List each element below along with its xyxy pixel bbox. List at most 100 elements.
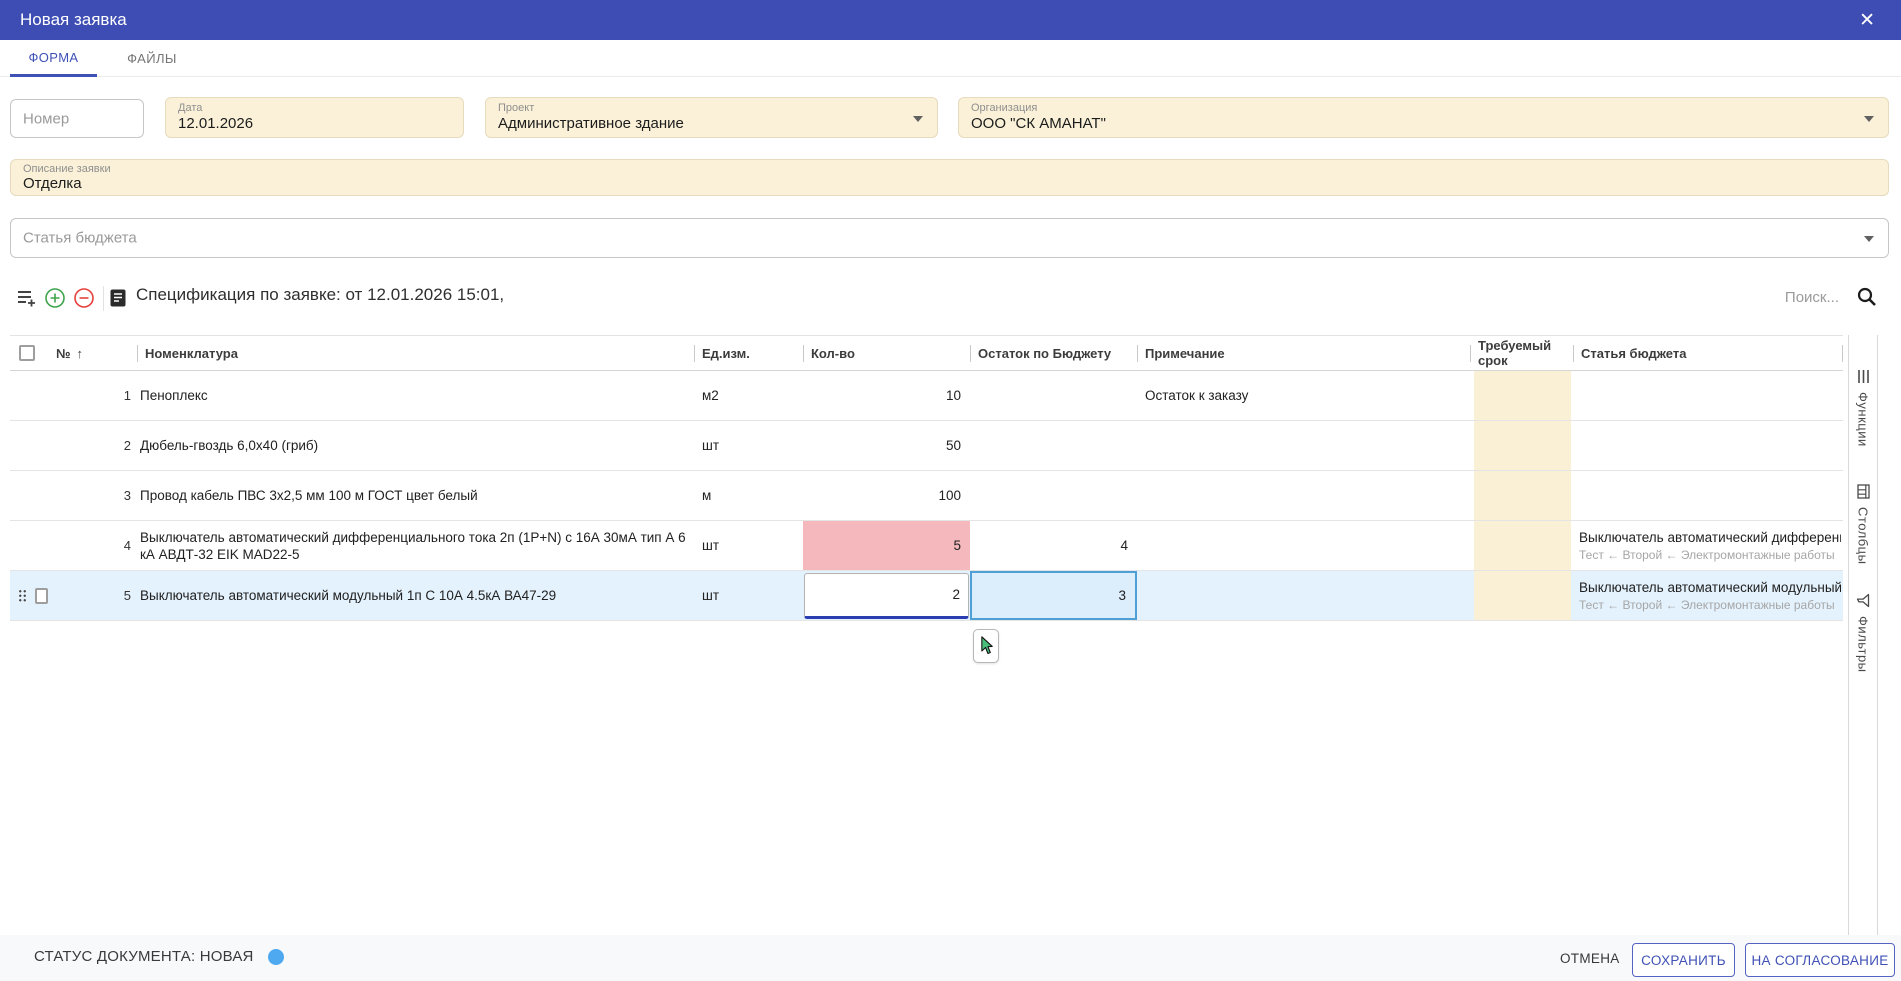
qty-edit-input[interactable]: 2 — [804, 573, 969, 619]
table-row[interactable]: 2Дюбель-гвоздь 6,0х40 (гриб)шт50 — [10, 421, 1843, 471]
number-placeholder: Номер — [23, 110, 69, 127]
chevron-down-icon[interactable] — [1864, 236, 1874, 242]
save-button[interactable]: СОХРАНИТЬ — [1632, 943, 1735, 977]
select-all-checkbox[interactable] — [19, 345, 35, 361]
nomenclature-cell[interactable]: Провод кабель ПВС 3х2,5 мм 100 м ГОСТ цв… — [137, 471, 694, 520]
organization-value: ООО "СК АМАНАТ" — [971, 115, 1106, 132]
number-field[interactable]: Номер — [10, 99, 144, 138]
header-unit[interactable]: Ед.изм. — [694, 336, 803, 370]
budget-rest-cell[interactable] — [970, 421, 1137, 470]
unit-cell[interactable]: шт — [694, 421, 803, 470]
budget-item-cell[interactable] — [1573, 471, 1843, 520]
project-field[interactable]: Проект Административное здание — [485, 97, 938, 138]
menu-lines-icon — [1855, 368, 1872, 385]
header-budget-item[interactable]: Статья бюджета — [1573, 336, 1843, 370]
budget-item-cell[interactable]: Выключатель автоматический модульный 1п … — [1573, 571, 1843, 620]
required-term-value — [1474, 571, 1571, 620]
header-budget-rest[interactable]: Остаток по Бюджету — [970, 336, 1137, 370]
table-row[interactable]: 5Выключатель автоматический модульный 1п… — [10, 571, 1843, 621]
remove-row-icon[interactable] — [73, 287, 95, 309]
add-row-icon[interactable] — [44, 287, 66, 309]
sort-asc-icon[interactable]: ↑ — [77, 346, 84, 361]
budget-rest-cell[interactable]: 4 — [970, 521, 1137, 570]
note-cell[interactable] — [1137, 421, 1470, 470]
side-tab-filters[interactable]: Фильтры — [1848, 592, 1878, 673]
spec-toolbar: Спецификация по заявке: от 12.01.2026 15… — [0, 282, 1901, 314]
header-qty[interactable]: Кол-во — [803, 336, 970, 370]
date-label: Дата — [178, 102, 202, 114]
header-num[interactable]: №↑ — [48, 336, 137, 370]
tab-faily[interactable]: ФАЙЛЫ — [112, 40, 192, 77]
required-term-cell[interactable] — [1470, 421, 1573, 470]
note-cell[interactable] — [1137, 521, 1470, 570]
row-select-cell[interactable] — [10, 421, 48, 470]
table-row[interactable]: 4 Выключатель автоматический дифференциал… — [10, 521, 1843, 571]
qty-cell[interactable]: 2 — [803, 571, 970, 620]
table-row[interactable]: 1Пеноплексм210 Остаток к заказу — [10, 371, 1843, 421]
side-tab-columns[interactable]: Столбцы — [1848, 483, 1878, 564]
add-multiple-rows-icon[interactable] — [15, 287, 37, 309]
row-number: 1 — [48, 371, 137, 420]
nomenclature-cell[interactable]: Выключатель автоматический дифференциаль… — [137, 521, 694, 570]
unit-cell[interactable]: м2 — [694, 371, 803, 420]
row-select-cell[interactable] — [10, 571, 48, 620]
description-field[interactable]: Описание заявки Отделка — [10, 159, 1889, 196]
nomenclature-cell[interactable]: Дюбель-гвоздь 6,0х40 (гриб) — [137, 421, 694, 470]
header-note[interactable]: Примечание — [1137, 336, 1470, 370]
row-checkbox[interactable] — [35, 588, 48, 604]
nomenclature-cell[interactable]: Выключатель автоматический модульный 1п … — [137, 571, 694, 620]
nomenclature-cell[interactable]: Пеноплекс — [137, 371, 694, 420]
budget-rest-cell[interactable] — [970, 371, 1137, 420]
close-icon[interactable]: ✕ — [1853, 9, 1881, 32]
note-cell[interactable] — [1137, 471, 1470, 520]
budget-item-field[interactable]: Статья бюджета — [10, 218, 1889, 258]
cancel-button[interactable]: ОТМЕНА — [1552, 946, 1628, 971]
unit-cell[interactable]: шт — [694, 571, 803, 620]
qty-cell[interactable]: 10 — [803, 371, 970, 420]
drag-handle-icon[interactable] — [18, 588, 28, 603]
date-field[interactable]: Дата 12.01.2026 — [165, 97, 464, 138]
budget-item-cell[interactable] — [1573, 421, 1843, 470]
chevron-down-icon[interactable] — [1864, 116, 1874, 122]
required-term-value — [1474, 471, 1571, 520]
search-input[interactable]: Поиск... — [1785, 289, 1839, 306]
header-nomenclature[interactable]: Номенклатура — [137, 336, 694, 370]
chevron-down-icon[interactable] — [913, 116, 923, 122]
budget-item-cell[interactable] — [1573, 371, 1843, 420]
table-columns-icon — [1855, 483, 1872, 500]
search-icon[interactable] — [1855, 285, 1879, 309]
qty-cell[interactable]: 5 — [803, 521, 970, 570]
footer-bar: СТАТУС ДОКУМЕНТА: НОВАЯ ОТМЕНА СОХРАНИТЬ… — [0, 935, 1901, 981]
row-select-cell[interactable] — [10, 471, 48, 520]
organization-field[interactable]: Организация ООО "СК АМАНАТ" — [958, 97, 1889, 138]
organization-label: Организация — [971, 102, 1037, 114]
budget-item-path: Тест ← Второй ← Электромонтажные работы — [1579, 548, 1835, 562]
budget-item-cell[interactable]: Выключатель автоматический дифференциаль… — [1573, 521, 1843, 570]
budget-rest-cell[interactable]: 3 — [970, 571, 1137, 620]
required-term-cell[interactable] — [1470, 471, 1573, 520]
qty-cell[interactable]: 100 — [803, 471, 970, 520]
note-cell[interactable]: Остаток к заказу — [1137, 371, 1470, 420]
required-term-cell[interactable] — [1470, 521, 1573, 570]
required-term-cell[interactable] — [1470, 371, 1573, 420]
row-select-cell[interactable] — [10, 371, 48, 420]
budget-item-placeholder: Статья бюджета — [23, 230, 137, 247]
row-number: 5 — [48, 571, 137, 620]
row-select-cell[interactable] — [10, 521, 48, 570]
budget-rest-cell[interactable] — [970, 471, 1137, 520]
side-tab-functions[interactable]: Функции — [1848, 368, 1878, 447]
required-term-cell[interactable] — [1470, 571, 1573, 620]
budget-item-name: Выключатель автоматический модульный 1п … — [1579, 580, 1841, 595]
table-header-row: №↑ Номенклатура Ед.изм. Кол-во Остаток п… — [10, 335, 1843, 371]
unit-cell[interactable]: м — [694, 471, 803, 520]
date-value: 12.01.2026 — [178, 115, 253, 132]
tab-forma[interactable]: ФОРМА — [10, 40, 97, 77]
qty-cell[interactable]: 50 — [803, 421, 970, 470]
send-to-approval-button[interactable]: НА СОГЛАСОВАНИЕ — [1745, 943, 1895, 977]
header-required-term[interactable]: Требуемый срок — [1470, 336, 1573, 370]
note-cell[interactable] — [1137, 571, 1470, 620]
table-row[interactable]: 3Провод кабель ПВС 3х2,5 мм 100 м ГОСТ ц… — [10, 471, 1843, 521]
unit-cell[interactable]: шт — [694, 521, 803, 570]
budget-item-name: Выключатель автоматический дифференциаль… — [1579, 530, 1841, 545]
nomenclature-list-icon[interactable] — [107, 287, 129, 309]
